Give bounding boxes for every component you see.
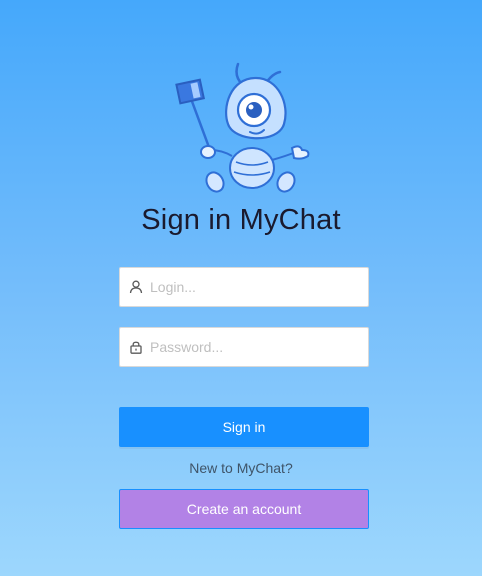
login-field[interactable] bbox=[119, 267, 369, 307]
password-field[interactable] bbox=[119, 327, 369, 367]
password-input[interactable] bbox=[150, 329, 368, 365]
user-icon bbox=[120, 268, 150, 306]
sign-in-button[interactable]: Sign in bbox=[119, 407, 369, 447]
create-account-button[interactable]: Create an account bbox=[119, 489, 369, 529]
page-title: Sign in MyChat bbox=[141, 204, 341, 236]
new-user-prompt: New to MyChat? bbox=[189, 460, 293, 476]
login-input[interactable] bbox=[150, 269, 368, 305]
mascot-logo bbox=[175, 62, 310, 193]
lock-icon bbox=[120, 328, 150, 366]
